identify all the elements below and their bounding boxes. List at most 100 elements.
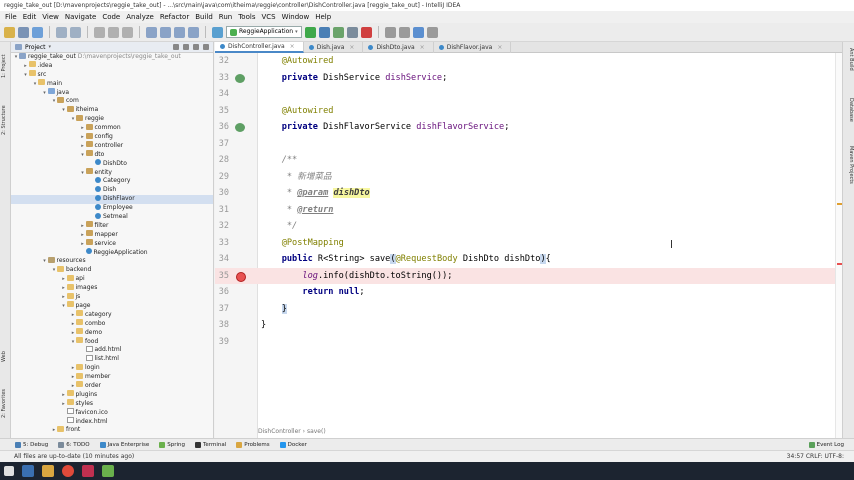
replace-icon[interactable] bbox=[160, 26, 171, 38]
tree-item[interactable]: ▸ .idea bbox=[11, 61, 213, 71]
tab-dishcontroller[interactable]: DishController.java × bbox=[215, 42, 304, 53]
tree-item[interactable]: ▾ resources bbox=[11, 256, 213, 266]
menu-vcs[interactable]: VCS bbox=[258, 13, 278, 21]
back-icon[interactable] bbox=[174, 26, 185, 38]
tree-item[interactable]: index.html bbox=[11, 417, 213, 427]
app-icon[interactable] bbox=[102, 465, 114, 477]
collapsed-arrow-icon[interactable]: ▸ bbox=[23, 62, 29, 71]
tree-item[interactable]: ▸ category bbox=[11, 310, 213, 320]
editor-breadcrumb[interactable]: DishController › save() bbox=[258, 428, 326, 435]
code-line[interactable]: 30 * @param dishDto bbox=[215, 185, 835, 202]
project-structure-icon[interactable] bbox=[384, 26, 396, 38]
code-line[interactable]: 39 bbox=[215, 334, 835, 351]
tree-item[interactable]: ▾ itheima bbox=[11, 105, 213, 115]
menu-tools[interactable]: Tools bbox=[235, 13, 258, 21]
collapsed-arrow-icon[interactable]: ▸ bbox=[80, 240, 86, 249]
tree-item[interactable]: ▸ images bbox=[11, 283, 213, 293]
collapsed-arrow-icon[interactable]: ▸ bbox=[80, 124, 86, 133]
tree-item[interactable]: ▸ combo bbox=[11, 319, 213, 329]
open-folder-icon[interactable] bbox=[4, 26, 15, 38]
editor-scrollbar[interactable] bbox=[835, 53, 842, 438]
build-icon[interactable] bbox=[212, 26, 223, 38]
todo-tool-button[interactable]: 6: TODO bbox=[58, 441, 90, 448]
menu-file[interactable]: File bbox=[2, 13, 20, 21]
tree-item[interactable]: ▾ reggie_take_out D:\mavenprojects\reggie… bbox=[11, 52, 213, 62]
tree-item[interactable]: add.html bbox=[11, 345, 213, 355]
stop-icon[interactable] bbox=[360, 26, 372, 38]
menu-view[interactable]: View bbox=[39, 13, 62, 21]
debug-tool-button[interactable]: 5: Debug bbox=[15, 441, 48, 448]
redo-icon[interactable] bbox=[70, 26, 81, 38]
tree-item[interactable]: ▾ entity bbox=[11, 168, 213, 178]
tree-item[interactable]: ▸ order bbox=[11, 381, 213, 391]
code-line[interactable]: 33 @PostMapping bbox=[215, 235, 835, 252]
project-panel-title[interactable]: Project bbox=[25, 44, 46, 51]
tree-item[interactable]: ▾ reggie bbox=[11, 114, 213, 124]
tree-item[interactable]: ▸ common bbox=[11, 123, 213, 133]
breakpoint-icon[interactable] bbox=[236, 271, 246, 282]
menu-window[interactable]: Window bbox=[279, 13, 313, 21]
paste-icon[interactable] bbox=[122, 26, 133, 38]
tree-item[interactable]: Dish bbox=[11, 185, 213, 195]
maven-tool-tab[interactable]: Maven Projects bbox=[845, 146, 854, 202]
tree-item[interactable]: ▾ java bbox=[11, 88, 213, 98]
code-line[interactable]: 37 } bbox=[215, 301, 835, 318]
hide-icon[interactable] bbox=[203, 44, 209, 50]
tree-item[interactable]: ▸ plugins bbox=[11, 390, 213, 400]
collapsed-arrow-icon[interactable]: ▸ bbox=[80, 133, 86, 142]
expanded-arrow-icon[interactable]: ▾ bbox=[61, 302, 67, 311]
sync-icon[interactable] bbox=[32, 26, 43, 38]
code-line[interactable]: 32 */ bbox=[215, 218, 835, 235]
tree-item[interactable]: ▸ api bbox=[11, 274, 213, 284]
chevron-down-icon[interactable]: ▾ bbox=[49, 44, 52, 50]
tree-item[interactable]: ▾ main bbox=[11, 79, 213, 89]
intellij-icon[interactable] bbox=[82, 465, 94, 477]
event-log-button[interactable]: Event Log bbox=[808, 441, 844, 448]
code-line[interactable]: 36 return null; bbox=[215, 284, 835, 301]
bean-navigation-icon[interactable] bbox=[235, 73, 245, 83]
tree-item[interactable]: ▾ page bbox=[11, 301, 213, 311]
code-line[interactable]: 31 * @return bbox=[215, 202, 835, 219]
chrome-icon[interactable] bbox=[62, 465, 74, 477]
gear-icon[interactable] bbox=[193, 44, 199, 50]
help-icon[interactable] bbox=[412, 26, 424, 38]
structure-tool-tab[interactable]: 2: Structure bbox=[1, 98, 10, 142]
code-line[interactable]: 35 @Autowired bbox=[215, 103, 835, 120]
web-tool-tab[interactable]: Web bbox=[1, 350, 10, 364]
close-icon[interactable]: × bbox=[349, 42, 354, 53]
collapsed-arrow-icon[interactable]: ▸ bbox=[61, 284, 67, 293]
tree-item[interactable]: ▸ config bbox=[11, 132, 213, 142]
problems-tool-button[interactable]: Problems bbox=[236, 441, 270, 448]
expanded-arrow-icon[interactable]: ▾ bbox=[80, 151, 86, 160]
tree-item[interactable]: ▾ food bbox=[11, 337, 213, 347]
run-config-select[interactable]: ReggieApplication ▾ bbox=[226, 26, 302, 38]
tree-item[interactable]: Setmeal bbox=[11, 212, 213, 222]
tree-item[interactable]: ▾ com bbox=[11, 96, 213, 106]
expanded-arrow-icon[interactable]: ▾ bbox=[61, 106, 67, 115]
collapsed-arrow-icon[interactable]: ▸ bbox=[80, 142, 86, 151]
database-tool-tab[interactable]: Database bbox=[845, 98, 854, 138]
tree-item[interactable]: ReggieApplication bbox=[11, 248, 213, 258]
tab-dish[interactable]: Dish.java × bbox=[304, 42, 364, 53]
menu-run[interactable]: Run bbox=[216, 13, 235, 21]
undo-icon[interactable] bbox=[56, 26, 67, 38]
tree-item[interactable]: favicon.ico bbox=[11, 408, 213, 418]
code-line[interactable]: 28 /** bbox=[215, 152, 835, 169]
favorites-tool-tab[interactable]: 2: Favorites bbox=[1, 382, 10, 424]
tree-item[interactable]: DishDto bbox=[11, 159, 213, 169]
code-line[interactable]: 32 @Autowired bbox=[215, 53, 835, 70]
sdk-icon[interactable] bbox=[426, 26, 438, 38]
expanded-arrow-icon[interactable]: ▾ bbox=[42, 89, 48, 98]
expanded-arrow-icon[interactable]: ▾ bbox=[23, 71, 29, 80]
coverage-icon[interactable] bbox=[332, 26, 344, 38]
tree-item[interactable]: ▾ dto bbox=[11, 150, 213, 160]
code-editor[interactable]: 32 @Autowired 33 private DishService dish… bbox=[215, 53, 835, 438]
close-icon[interactable]: × bbox=[290, 41, 295, 52]
collapsed-arrow-icon[interactable]: ▸ bbox=[80, 231, 86, 240]
expanded-arrow-icon[interactable]: ▾ bbox=[42, 257, 48, 266]
code-line[interactable]: 37 bbox=[215, 136, 835, 153]
collapse-all-icon[interactable] bbox=[183, 44, 189, 50]
tree-item[interactable]: ▸ service bbox=[11, 239, 213, 249]
tree-item[interactable]: ▸ filter bbox=[11, 221, 213, 231]
find-icon[interactable] bbox=[146, 26, 157, 38]
